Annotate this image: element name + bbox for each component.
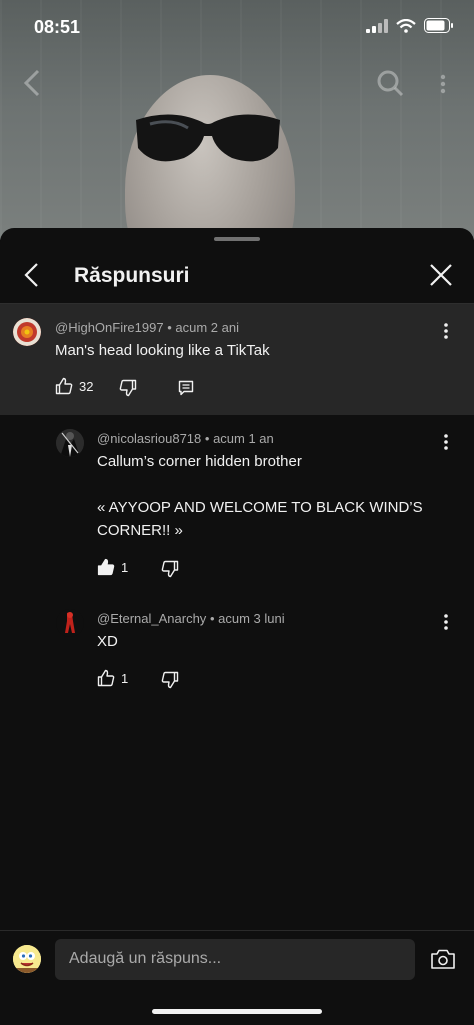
sponge-avatar-icon (13, 945, 41, 973)
reply-icon[interactable] (177, 379, 195, 397)
reply-meta: @nicolasriou8718 • acum 1 an (97, 431, 274, 446)
status-bar: 08:51 (0, 0, 474, 56)
avatar[interactable] (13, 318, 41, 346)
more-icon[interactable] (438, 612, 454, 632)
avatar-suit-icon (56, 429, 84, 457)
thumbs-down-icon[interactable] (119, 379, 137, 397)
comment-meta: @HighOnFire1997 • acum 2 ani (55, 320, 239, 335)
more-icon[interactable] (438, 321, 454, 341)
wifi-icon (396, 18, 416, 33)
home-indicator (152, 1009, 322, 1014)
avatar-fire-icon (13, 318, 41, 346)
close-icon[interactable] (428, 262, 454, 288)
avatar[interactable] (56, 429, 84, 457)
avatar[interactable] (56, 609, 84, 637)
reply-composer: Adaugă un răspuns... (0, 930, 474, 1025)
video-more-icon[interactable] (436, 68, 450, 98)
like-button[interactable]: 32 (55, 377, 93, 395)
reply-author[interactable]: @Eternal_Anarchy (97, 611, 206, 626)
my-avatar (13, 945, 41, 973)
status-time: 08:51 (34, 17, 81, 37)
sheet-title: Răspunsuri (74, 264, 190, 287)
search-icon[interactable] (376, 68, 404, 98)
replies-sheet: Răspunsuri @HighOnFire1997 • acum 2 ani … (0, 228, 474, 1025)
reply-item[interactable]: @Eternal_Anarchy • acum 3 luni XD 1 (0, 595, 474, 705)
thumbs-up-filled-icon (97, 558, 115, 576)
sheet-header: Răspunsuri (0, 250, 474, 304)
like-button[interactable]: 1 (97, 558, 128, 576)
meta-dot: • (209, 611, 219, 626)
sunglasses-shape (136, 114, 280, 162)
reply-text-blank-line (97, 473, 447, 496)
more-icon[interactable] (438, 432, 454, 452)
back-icon[interactable] (18, 260, 48, 290)
meta-dot: • (204, 431, 214, 446)
thumbs-down-icon[interactable] (161, 560, 179, 578)
comment-text: Man's head looking like a TikTak (55, 342, 270, 359)
reply-text-line: Callum’s corner hidden brother (97, 453, 302, 470)
reply-text: XD (97, 633, 118, 650)
like-count: 1 (121, 559, 129, 575)
camera-icon[interactable] (430, 948, 456, 970)
comment-author[interactable]: @HighOnFire1997 (55, 320, 164, 335)
video-player[interactable]: 08:51 (0, 0, 474, 240)
comment-age: acum 2 ani (175, 320, 239, 335)
parent-comment[interactable]: @HighOnFire1997 • acum 2 ani Man's head … (0, 304, 474, 415)
reply-input[interactable]: Adaugă un răspuns... (55, 939, 415, 980)
like-count: 1 (121, 670, 129, 686)
avatar-anarchy-icon (56, 609, 84, 637)
drag-handle[interactable] (214, 237, 260, 241)
reply-text-line: « AYYOOP AND WELCOME TO BLACK WIND’S COR… (97, 499, 423, 539)
like-count: 32 (79, 378, 94, 394)
reply-text: Callum’s corner hidden brother « AYYOOP … (97, 450, 447, 542)
reply-item[interactable]: @nicolasriou8718 • acum 1 an Callum’s co… (0, 415, 474, 595)
thumbs-up-icon (55, 377, 73, 395)
thumbs-up-icon (97, 669, 115, 687)
thumbs-down-icon[interactable] (161, 671, 179, 689)
signal-icon (366, 18, 388, 33)
battery-icon (424, 18, 453, 33)
reply-author[interactable]: @nicolasriou8718 (97, 431, 201, 446)
reply-input-placeholder: Adaugă un răspuns... (69, 950, 222, 967)
reply-age: acum 1 an (213, 431, 274, 446)
reply-age: acum 3 luni (218, 611, 285, 626)
video-back-icon[interactable] (22, 68, 42, 98)
reply-meta: @Eternal_Anarchy • acum 3 luni (97, 611, 285, 626)
like-button[interactable]: 1 (97, 669, 128, 687)
